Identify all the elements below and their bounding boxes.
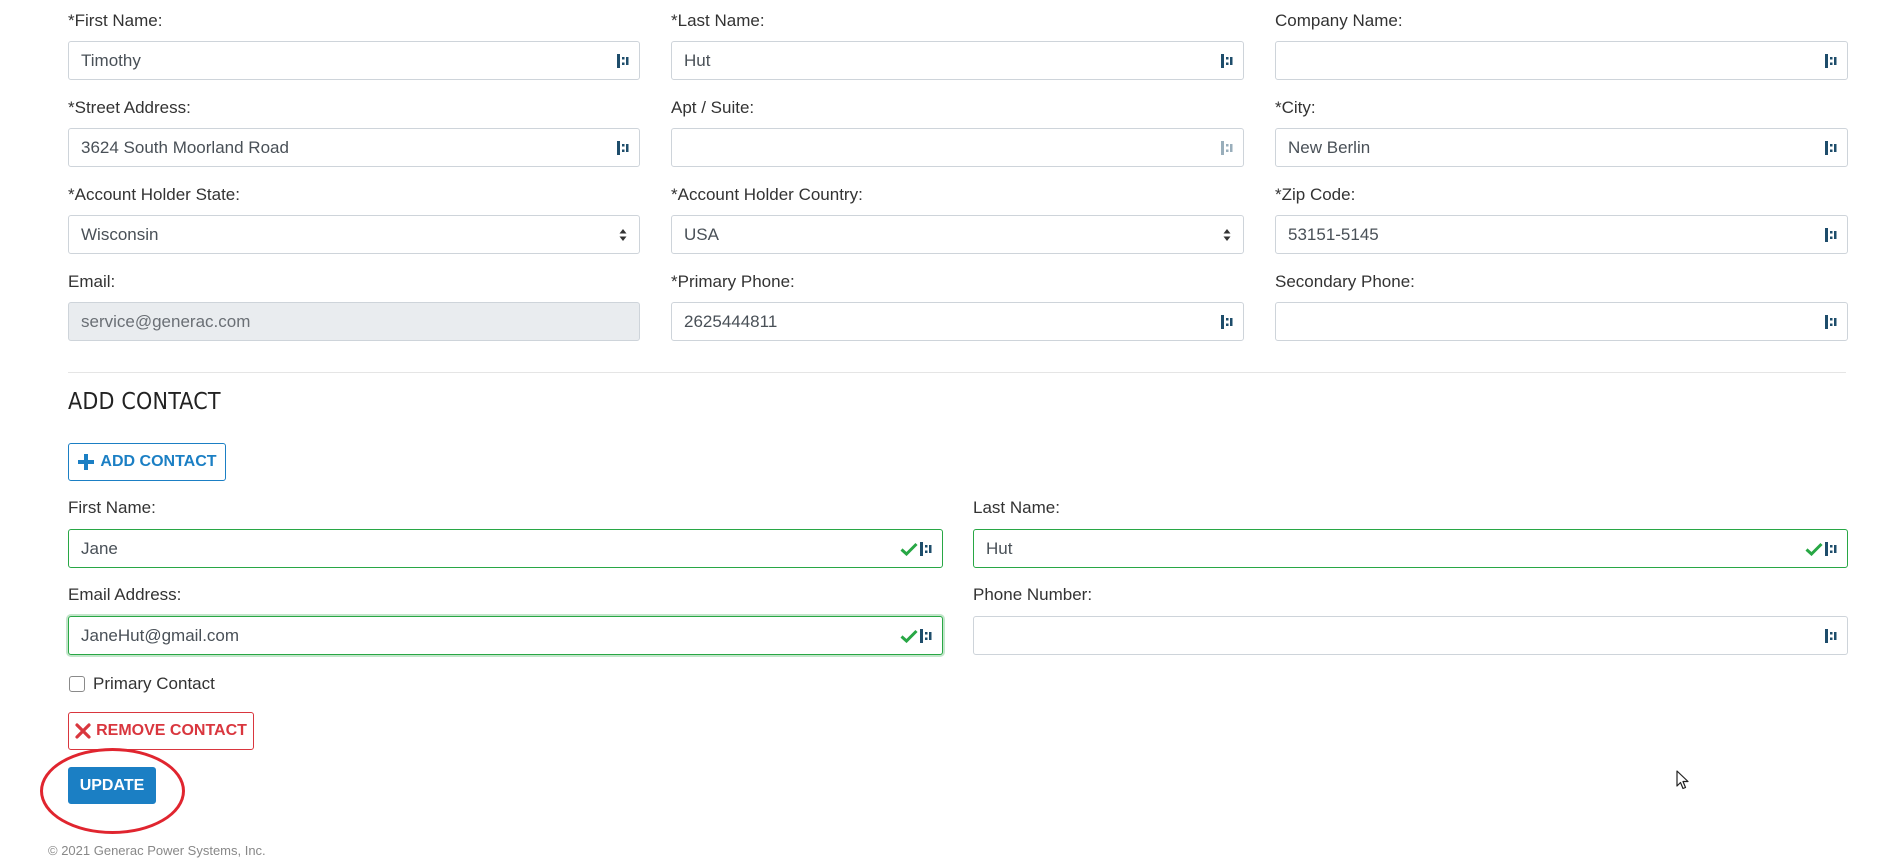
contact-last-name-input[interactable]: Hut — [973, 529, 1848, 568]
contact-email-input[interactable]: JaneHut@gmail.com — [68, 616, 943, 655]
first-name-value: Timothy — [81, 50, 141, 70]
add-contact-button[interactable]: ADD CONTACT — [68, 443, 226, 481]
primary-contact-checkbox[interactable] — [69, 676, 85, 692]
last-name-label: *Last Name: — [671, 11, 765, 30]
lastpass-icon[interactable] — [1221, 314, 1233, 330]
remove-contact-button[interactable]: REMOVE CONTACT — [68, 712, 254, 750]
contact-first-name-input[interactable]: Jane — [68, 529, 943, 568]
contact-email-value: JaneHut@gmail.com — [81, 625, 240, 645]
add-contact-button-label: ADD CONTACT — [100, 453, 217, 470]
zip-code-label: *Zip Code: — [1275, 185, 1356, 204]
email-label: Email: — [68, 272, 116, 291]
state-value: Wisconsin — [81, 224, 159, 244]
city-value: New Berlin — [1288, 137, 1371, 157]
primary-phone-label: *Primary Phone: — [671, 272, 795, 291]
lastpass-icon[interactable] — [1825, 140, 1837, 156]
company-name-input[interactable] — [1275, 41, 1848, 80]
zip-code-value: 53151-5145 — [1288, 224, 1379, 244]
highlight-circle-annotation — [40, 748, 185, 834]
secondary-phone-input[interactable] — [1275, 302, 1848, 341]
contact-email-label: Email Address: — [68, 585, 182, 604]
cursor-icon — [1676, 770, 1689, 790]
primary-contact-label[interactable]: Primary Contact — [93, 674, 215, 694]
check-icon — [900, 542, 918, 556]
first-name-label: *First Name: — [68, 11, 163, 30]
x-icon — [75, 723, 91, 739]
state-select[interactable]: Wisconsin — [68, 215, 640, 254]
lastpass-icon[interactable] — [1221, 53, 1233, 69]
section-divider — [68, 372, 1846, 373]
street-address-label: *Street Address: — [68, 98, 191, 117]
company-name-label: Company Name: — [1275, 11, 1403, 30]
footer-copyright: © 2021 Generac Power Systems, Inc. — [48, 843, 266, 858]
last-name-input[interactable]: Hut — [671, 41, 1244, 80]
lastpass-icon[interactable] — [617, 53, 629, 69]
city-input[interactable]: New Berlin — [1275, 128, 1848, 167]
check-icon — [900, 629, 918, 643]
apt-suite-input[interactable] — [671, 128, 1244, 167]
email-input: service@generac.com — [68, 302, 640, 341]
contact-phone-label: Phone Number: — [973, 585, 1093, 604]
contact-phone-input[interactable] — [973, 616, 1848, 655]
lastpass-icon[interactable] — [617, 140, 629, 156]
plus-icon — [78, 454, 95, 470]
first-name-input[interactable]: Timothy — [68, 41, 640, 80]
primary-phone-value: 2625444811 — [684, 311, 778, 331]
select-arrows-icon — [1223, 228, 1231, 241]
city-label: *City: — [1275, 98, 1316, 117]
lastpass-icon[interactable] — [1825, 628, 1837, 644]
country-select[interactable]: USA — [671, 215, 1244, 254]
last-name-value: Hut — [684, 50, 711, 70]
country-label: *Account Holder Country: — [671, 185, 863, 204]
contact-first-name-value: Jane — [81, 538, 118, 558]
street-address-value: 3624 South Moorland Road — [81, 137, 289, 157]
lastpass-icon[interactable] — [1825, 53, 1837, 69]
select-arrows-icon — [619, 228, 627, 241]
check-icon — [1805, 542, 1823, 556]
lastpass-icon[interactable] — [920, 541, 932, 557]
lastpass-icon[interactable] — [1825, 314, 1837, 330]
lastpass-icon[interactable] — [1825, 541, 1837, 557]
lastpass-icon[interactable] — [920, 628, 932, 644]
primary-phone-input[interactable]: 2625444811 — [671, 302, 1244, 341]
country-value: USA — [684, 224, 719, 244]
zip-code-input[interactable]: 53151-5145 — [1275, 215, 1848, 254]
street-address-input[interactable]: 3624 South Moorland Road — [68, 128, 640, 167]
remove-contact-button-label: REMOVE CONTACT — [96, 722, 247, 739]
add-contact-heading: ADD CONTACT — [68, 389, 221, 415]
state-label: *Account Holder State: — [68, 185, 240, 204]
contact-first-name-label: First Name: — [68, 498, 156, 517]
lastpass-icon[interactable] — [1825, 227, 1837, 243]
lastpass-icon[interactable] — [1221, 140, 1233, 156]
apt-suite-label: Apt / Suite: — [671, 98, 755, 117]
contact-last-name-label: Last Name: — [973, 498, 1060, 517]
email-value: service@generac.com — [81, 311, 251, 331]
secondary-phone-label: Secondary Phone: — [1275, 272, 1415, 291]
contact-last-name-value: Hut — [986, 538, 1013, 558]
